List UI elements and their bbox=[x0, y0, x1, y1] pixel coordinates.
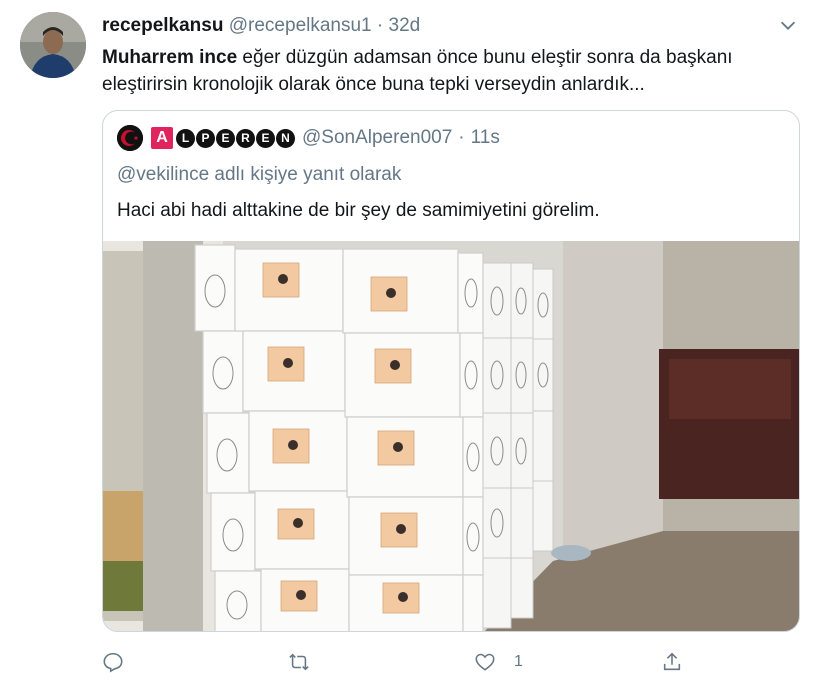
chevron-down-icon bbox=[780, 21, 796, 30]
author-display-name[interactable]: recepelkansu bbox=[102, 15, 223, 36]
share-icon bbox=[663, 652, 681, 671]
quoted-tweet-header: A L P E R E N @SonAlperen007 · 11s bbox=[117, 125, 500, 151]
quoted-tweet-text: Haci abi hadi alttakine de bir şey de sa… bbox=[117, 200, 600, 221]
tweet-actions-bar: 1 bbox=[102, 648, 702, 676]
crescent-star-icon bbox=[117, 125, 143, 151]
heart-icon bbox=[475, 653, 495, 671]
share-button[interactable] bbox=[661, 648, 683, 676]
quoted-author-avatar[interactable] bbox=[117, 125, 143, 151]
tweet-text: Muharrem ince eğer düzgün adamsan önce b… bbox=[102, 44, 802, 98]
tweet-mention-text: Muharrem ince bbox=[102, 47, 238, 68]
like-button[interactable]: 1 bbox=[474, 648, 523, 676]
quoted-name-letter: N bbox=[276, 128, 295, 148]
author-handle[interactable]: @recepelkansu1 bbox=[229, 15, 372, 36]
retweet-icon bbox=[289, 653, 309, 671]
avatar-photo bbox=[20, 12, 86, 78]
retweet-button[interactable] bbox=[288, 648, 310, 676]
replying-to-text: @vekilince adlı kişiye yanıt olarak bbox=[117, 164, 402, 185]
author-avatar[interactable] bbox=[20, 12, 86, 78]
tweet-timestamp[interactable]: 32d bbox=[389, 15, 421, 36]
boxes-photo bbox=[103, 241, 799, 631]
quoted-name-letter: L bbox=[176, 128, 195, 148]
reply-icon bbox=[103, 652, 123, 673]
quoted-name-letter: E bbox=[256, 128, 275, 148]
quoted-name-badge: A bbox=[151, 127, 173, 149]
separator-dot: · bbox=[458, 127, 465, 148]
quoted-author-display-name[interactable]: A L P E R E N bbox=[151, 127, 296, 149]
quoted-name-letter: E bbox=[216, 128, 235, 148]
quoted-author-handle[interactable]: @SonAlperen007 bbox=[302, 125, 452, 151]
reply-button[interactable] bbox=[102, 648, 124, 676]
quoted-tweet-photo[interactable] bbox=[103, 241, 799, 631]
like-count: 1 bbox=[514, 653, 523, 670]
quoted-tweet-card[interactable]: A L P E R E N @SonAlperen007 · 11s @veki… bbox=[102, 110, 800, 632]
quoted-tweet-timestamp[interactable]: 11s bbox=[471, 125, 500, 151]
more-options-button[interactable] bbox=[777, 14, 799, 36]
quoted-name-letter: P bbox=[196, 128, 215, 148]
quoted-name-letter: R bbox=[236, 128, 255, 148]
separator-dot: · bbox=[376, 15, 384, 36]
tweet-header: recepelkansu @recepelkansu1 · 32d bbox=[102, 14, 420, 38]
